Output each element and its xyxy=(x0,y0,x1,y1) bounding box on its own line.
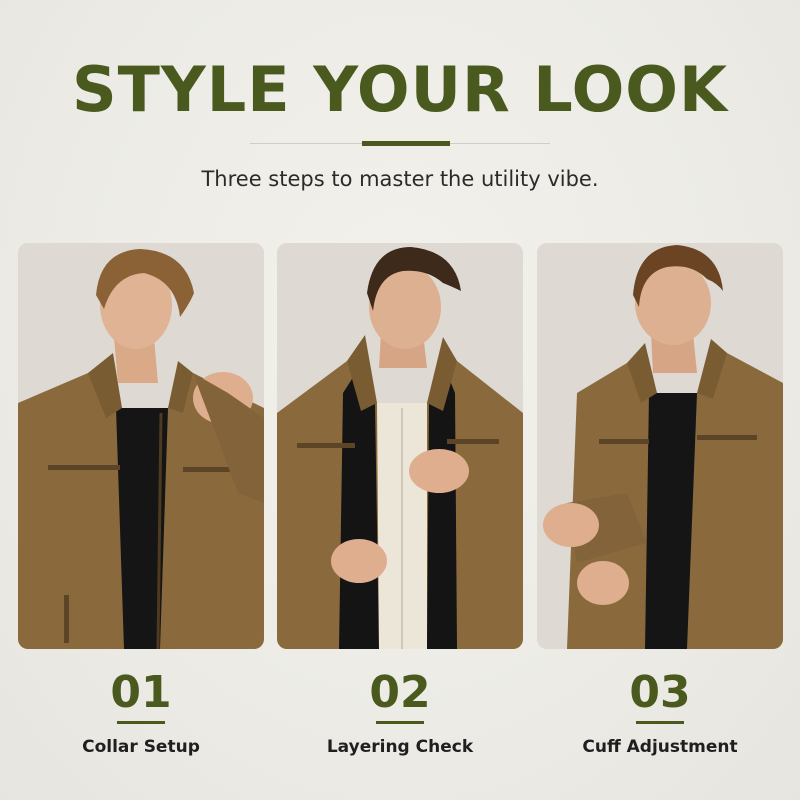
step-2-number: 02 xyxy=(369,667,431,718)
collar-setup-illustration xyxy=(18,243,264,649)
step-3-label: Cuff Adjustment xyxy=(582,737,738,757)
title-divider-accent xyxy=(362,141,450,146)
layering-check-illustration xyxy=(277,243,523,649)
step-3-number: 03 xyxy=(629,667,691,718)
step-1-underline xyxy=(117,721,165,724)
step-3-photo xyxy=(537,243,783,649)
cuff-adjustment-illustration xyxy=(537,243,783,649)
page-subtitle: Three steps to master the utility vibe. xyxy=(201,167,599,191)
step-3-underline xyxy=(636,721,684,724)
page-title: STYLE YOUR LOOK xyxy=(71,53,729,126)
step-1-photo xyxy=(18,243,264,649)
step-2-underline xyxy=(376,721,424,724)
step-2-label: Layering Check xyxy=(326,737,474,757)
step-1-number: 01 xyxy=(110,667,172,718)
step-2-photo xyxy=(277,243,523,649)
style-guide-page: STYLE YOUR LOOK Three steps to master th… xyxy=(0,0,800,800)
step-1-label: Collar Setup xyxy=(82,737,200,757)
